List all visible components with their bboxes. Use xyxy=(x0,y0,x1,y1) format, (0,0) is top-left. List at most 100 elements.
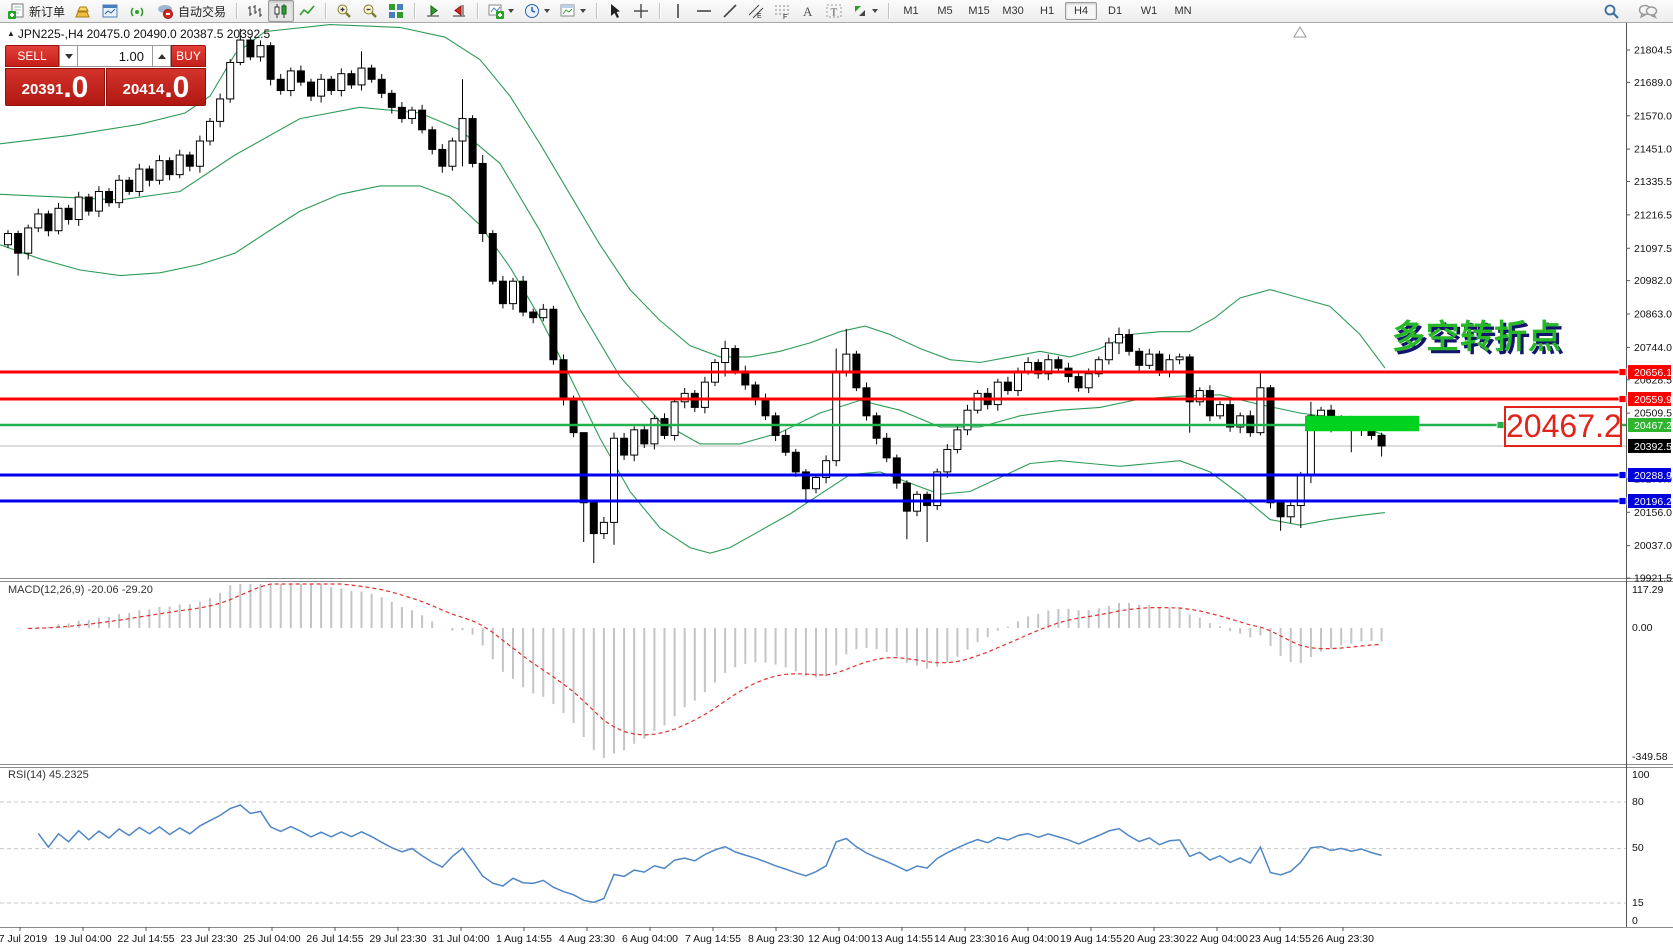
tile-windows-button[interactable] xyxy=(383,0,409,22)
toolbar-separator xyxy=(596,3,597,19)
cursor-icon xyxy=(607,3,623,19)
chart-shift-icon xyxy=(451,3,467,19)
label-button[interactable]: T xyxy=(821,0,847,22)
channel-button[interactable]: E xyxy=(743,0,769,22)
svg-text:20559.9: 20559.9 xyxy=(1634,394,1672,406)
text-icon: A xyxy=(800,3,816,19)
svg-text:23 Jul 23:30: 23 Jul 23:30 xyxy=(180,933,237,945)
new-order-button[interactable]: 新订单 xyxy=(3,0,70,22)
svg-text:17 Jul 2019: 17 Jul 2019 xyxy=(0,933,47,945)
templates-button[interactable] xyxy=(555,0,591,22)
line-handle xyxy=(1497,422,1504,429)
horizontal-line-button[interactable] xyxy=(691,0,717,22)
timeframe-h1[interactable]: H1 xyxy=(1031,2,1063,20)
chevron-down-icon xyxy=(580,9,586,13)
clock-icon xyxy=(524,3,540,19)
auto-trading-button[interactable]: 自动交易 xyxy=(151,0,231,22)
chevron-down-icon xyxy=(544,9,550,13)
timeframe-m30[interactable]: M30 xyxy=(997,2,1029,20)
text-button[interactable]: A xyxy=(795,0,821,22)
highlight-rectangle[interactable] xyxy=(1305,416,1419,431)
svg-text:25 Jul 04:00: 25 Jul 04:00 xyxy=(243,933,300,945)
svg-text:20656.1: 20656.1 xyxy=(1634,367,1672,379)
buy-price-button[interactable]: 20414.0 xyxy=(106,68,206,106)
timeframe-mn[interactable]: MN xyxy=(1167,2,1199,20)
svg-text:A: A xyxy=(803,4,813,19)
zoom-in-button[interactable] xyxy=(331,0,357,22)
svg-text:E: E xyxy=(757,13,762,19)
search-button[interactable] xyxy=(1598,0,1625,22)
svg-text:4 Aug 23:30: 4 Aug 23:30 xyxy=(559,933,615,945)
auto-scroll-button[interactable] xyxy=(420,0,446,22)
svg-text:8 Aug 23:30: 8 Aug 23:30 xyxy=(748,933,804,945)
timeframe-h4[interactable]: H4 xyxy=(1065,2,1097,20)
zoom-out-button[interactable] xyxy=(357,0,383,22)
timeframe-w1[interactable]: W1 xyxy=(1133,2,1165,20)
toolbar-group-2 xyxy=(328,0,412,22)
mt4-window: 21804.521689.021570.021451.021335.521216… xyxy=(0,0,1673,947)
buy-price-main: 20414 xyxy=(123,80,165,100)
timeframe-d1[interactable]: D1 xyxy=(1099,2,1131,20)
chart-window-button[interactable] xyxy=(97,0,124,22)
timeframe-m15[interactable]: M15 xyxy=(963,2,995,20)
chat-button[interactable] xyxy=(1633,0,1663,22)
toolbar-group-0: 新订单 自动交易 xyxy=(0,0,234,22)
svg-text:22 Jul 14:55: 22 Jul 14:55 xyxy=(117,933,174,945)
collapse-triangle-icon[interactable]: ▲ xyxy=(7,29,15,38)
svg-text:26 Aug 23:30: 26 Aug 23:30 xyxy=(1312,933,1374,945)
svg-text:29 Jul 23:30: 29 Jul 23:30 xyxy=(369,933,426,945)
svg-text:21097.5: 21097.5 xyxy=(1634,243,1672,255)
svg-text:22 Aug 04:00: 22 Aug 04:00 xyxy=(1186,933,1248,945)
sell-button[interactable]: SELL xyxy=(5,45,59,67)
price-level-tag[interactable]: 20467.2 xyxy=(1504,406,1622,447)
gold-bars-icon xyxy=(75,3,92,19)
candlestick-button[interactable] xyxy=(268,0,294,22)
svg-text:19 Jul 04:00: 19 Jul 04:00 xyxy=(54,933,111,945)
svg-text:23 Aug 14:55: 23 Aug 14:55 xyxy=(1249,933,1311,945)
buy-button[interactable]: BUY xyxy=(171,45,206,67)
volume-increase-button[interactable] xyxy=(152,45,171,67)
indicators-button[interactable] xyxy=(483,0,519,22)
line-handle xyxy=(1619,498,1626,505)
timeframe-m5[interactable]: M5 xyxy=(929,2,961,20)
chart-shift-button[interactable] xyxy=(446,0,472,22)
vertical-line-button[interactable] xyxy=(665,0,691,22)
svg-text:21570.0: 21570.0 xyxy=(1634,110,1672,122)
fibonacci-button[interactable]: F xyxy=(769,0,795,22)
one-click-trading-panel: SELL BUY 20391.0 20414.0 xyxy=(5,45,206,107)
line-chart-button[interactable] xyxy=(294,0,320,22)
line-chart-icon xyxy=(299,3,315,19)
chart-canvas[interactable]: 21804.521689.021570.021451.021335.521216… xyxy=(0,0,1673,947)
svg-text:20196.2: 20196.2 xyxy=(1634,496,1672,508)
svg-text:20156.0: 20156.0 xyxy=(1634,507,1672,519)
svg-text:19921.5: 19921.5 xyxy=(1634,573,1672,585)
periods-button[interactable] xyxy=(519,0,555,22)
crosshair-button[interactable] xyxy=(628,0,654,22)
timeframe-toolbar: M1M5M15M30H1H4D1W1MN xyxy=(891,0,1203,22)
fibonacci-icon: F xyxy=(774,3,790,19)
bar-chart-button[interactable] xyxy=(242,0,268,22)
svg-text:0.00: 0.00 xyxy=(1632,622,1653,634)
sell-price-button[interactable]: 20391.0 xyxy=(5,68,105,106)
toolbar-group-5 xyxy=(599,0,657,22)
candlestick-icon xyxy=(273,3,289,19)
tile-windows-icon xyxy=(388,3,404,19)
svg-text:20288.9: 20288.9 xyxy=(1634,470,1672,482)
volume-input[interactable] xyxy=(78,45,152,67)
timeframe-m1[interactable]: M1 xyxy=(895,2,927,20)
auto-scroll-icon xyxy=(425,3,441,19)
cursor-button[interactable] xyxy=(602,0,628,22)
line-handle xyxy=(1619,472,1626,479)
volume-decrease-button[interactable] xyxy=(59,45,78,67)
svg-text:20 Aug 23:30: 20 Aug 23:30 xyxy=(1123,933,1185,945)
arrows-button[interactable] xyxy=(847,0,883,22)
chevron-down-icon xyxy=(508,9,514,13)
signal-button[interactable] xyxy=(124,0,151,22)
svg-text:15: 15 xyxy=(1632,897,1644,909)
chart-window-icon xyxy=(102,3,119,19)
market-watch-button[interactable] xyxy=(70,0,97,22)
zoom-out-icon xyxy=(362,3,378,19)
trendline-button[interactable] xyxy=(717,0,743,22)
svg-text:20392.5: 20392.5 xyxy=(1634,441,1672,453)
svg-text:T: T xyxy=(831,7,838,19)
